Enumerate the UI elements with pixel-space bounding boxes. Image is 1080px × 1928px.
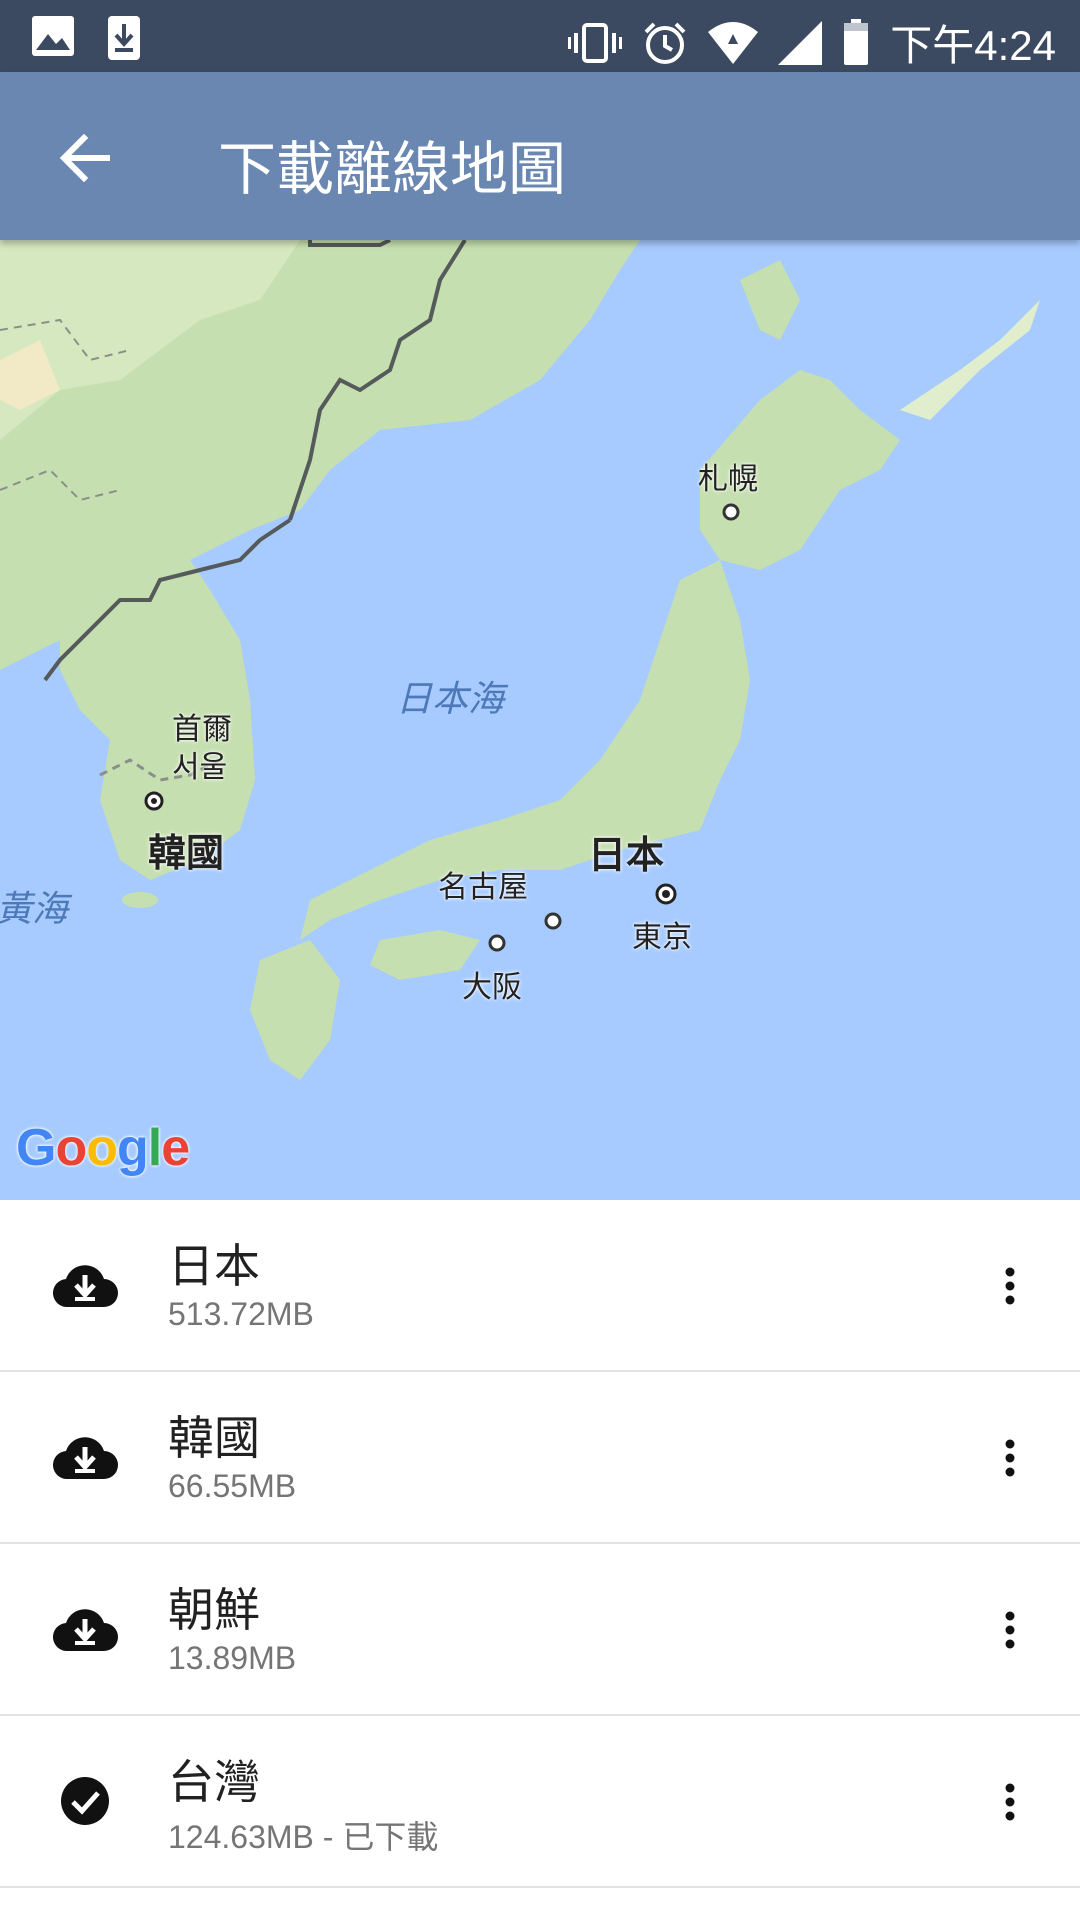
status-time: 下午4:24 (890, 22, 1056, 69)
cloud-download-icon[interactable] (52, 1596, 118, 1662)
region-size: 513.72MB (168, 1296, 314, 1333)
region-name: 韓國 (168, 1411, 260, 1465)
list-item[interactable]: 韓國 66.55MB (0, 1372, 1080, 1544)
region-size: 66.55MB (168, 1468, 296, 1505)
map-label-sapporo: 札幌 (698, 462, 758, 497)
status-system: 下午4:24 (568, 12, 1056, 73)
list-item[interactable]: 朝鮮 13.89MB (0, 1544, 1080, 1716)
map-label-nagoya: 名古屋 (438, 870, 528, 905)
map-label-yellow-sea: 黃海 (0, 889, 69, 930)
map-label-sea-of-japan: 日本海 (396, 679, 505, 720)
wifi-icon (708, 21, 759, 64)
region-size: 13.89MB (168, 1640, 296, 1677)
logo-letter: g (116, 1119, 149, 1177)
region-size: 124.63MB - 已下載 (168, 1812, 438, 1858)
region-name: 朝鮮 (168, 1583, 260, 1637)
status-notifications (30, 14, 142, 62)
more-options-button[interactable] (980, 1250, 1040, 1322)
map-canvas (0, 240, 1040, 1080)
map-label-japan: 日本 (588, 833, 665, 877)
more-options-button[interactable] (980, 1594, 1040, 1666)
map-label-tokyo: 東京 (632, 920, 692, 955)
map-label-korea: 韓國 (148, 831, 225, 875)
region-status: - 已下載 (313, 1819, 439, 1855)
image-icon (32, 16, 74, 56)
alarm-icon (644, 22, 686, 64)
more-vert-icon (1005, 1611, 1015, 1649)
check-circle-icon (52, 1768, 118, 1834)
more-vert-icon (1005, 1267, 1015, 1305)
google-logo: Google (16, 1118, 190, 1178)
more-options-button[interactable] (980, 1766, 1040, 1838)
offline-regions-list: 日本 513.72MB 韓國 66.55MB 朝鮮 13.89MB 台灣 124… (0, 1200, 1080, 1928)
cloud-download-icon[interactable] (52, 1252, 118, 1318)
more-vert-icon (1005, 1783, 1015, 1821)
app-bar: 下載離線地圖 (0, 72, 1080, 240)
region-name: 日本 (168, 1239, 260, 1293)
vibrate-icon (568, 22, 623, 63)
region-size-value: 66.55MB (168, 1468, 297, 1504)
nagoya-marker (544, 912, 562, 930)
region-size-value: 13.89MB (168, 1640, 297, 1676)
osaka-marker (488, 934, 506, 952)
cloud-download-icon[interactable] (52, 1424, 118, 1490)
sapporo-marker (722, 503, 740, 521)
back-button[interactable] (48, 128, 120, 188)
logo-letter: e (161, 1119, 190, 1177)
logo-letter: G (16, 1119, 56, 1177)
map-view[interactable]: 札幌 日本海 首爾 서울 韓國 日本 名古屋 東京 大阪 黃海 Google (0, 240, 1080, 1200)
region-name: 台灣 (168, 1755, 260, 1809)
list-item[interactable]: 台灣 124.63MB - 已下載 (0, 1716, 1080, 1888)
region-size-value: 124.63MB (168, 1819, 314, 1855)
download-icon (108, 16, 140, 60)
list-item-peek (0, 1888, 1080, 1928)
battery-icon (844, 18, 869, 65)
logo-letter: o (86, 1119, 118, 1177)
map-label-seoul-ko: 서울 (172, 750, 228, 785)
list-item[interactable]: 日本 513.72MB (0, 1200, 1080, 1372)
logo-letter: o (55, 1119, 87, 1177)
more-vert-icon (1005, 1439, 1015, 1477)
more-options-button[interactable] (980, 1422, 1040, 1494)
page-title: 下載離線地圖 (218, 135, 567, 203)
region-size-value: 513.72MB (168, 1296, 314, 1332)
signal-icon (778, 20, 823, 65)
status-bar: 下午4:24 (0, 0, 1080, 72)
logo-letter: l (147, 1119, 162, 1177)
arrow-back-icon (59, 134, 110, 182)
map-label-osaka: 大阪 (462, 970, 522, 1005)
kyushu-landmass (250, 940, 340, 1080)
